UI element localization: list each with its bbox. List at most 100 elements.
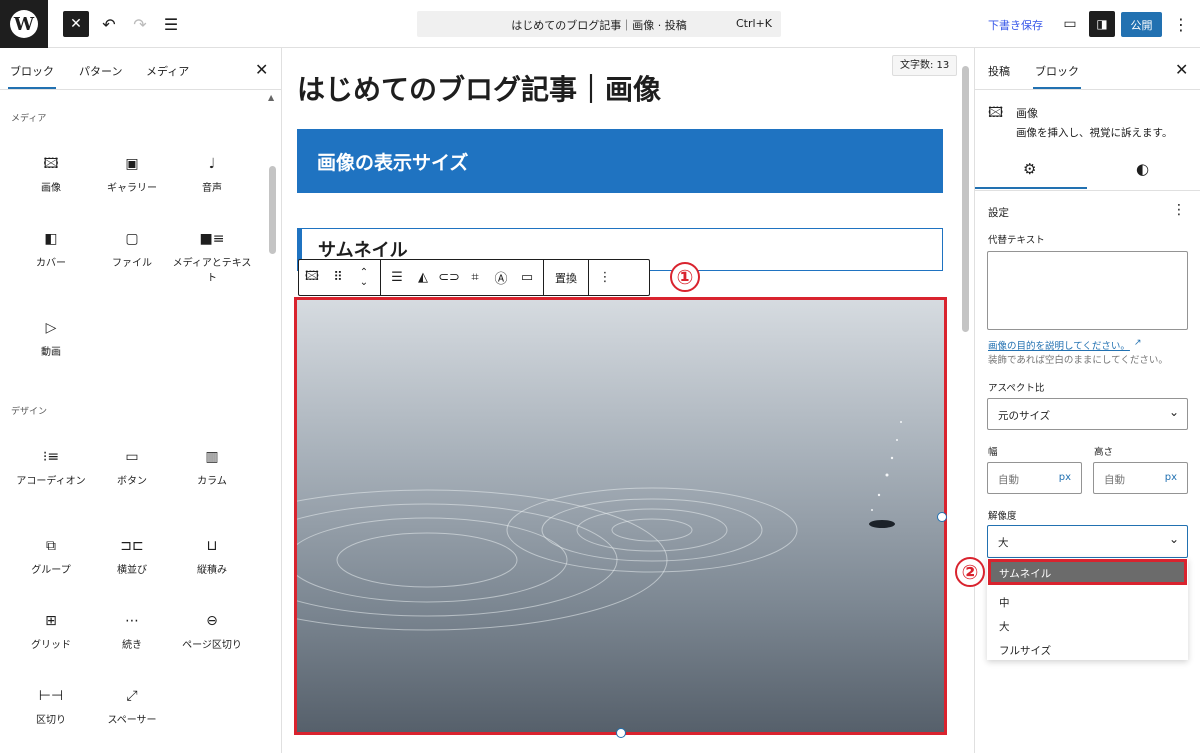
replace-button[interactable]: 置換 xyxy=(547,270,585,286)
block-row[interactable]: ⊐⊏ 横並び xyxy=(92,536,172,578)
media-text-icon: ■≡ xyxy=(199,231,225,247)
image-icon: 🖾 xyxy=(43,156,59,172)
close-inserter-button[interactable]: ✕ xyxy=(63,11,89,37)
block-media-text[interactable]: ■≡ メディアとテキスト xyxy=(172,229,252,286)
option-full-size[interactable]: フルサイズ xyxy=(999,643,1051,658)
width-unit[interactable]: px xyxy=(1059,472,1071,483)
category-label-media: メディア xyxy=(11,114,47,124)
block-cover[interactable]: ◧ カバー xyxy=(11,229,91,271)
block-grid[interactable]: ⊞ グリッド xyxy=(11,611,91,653)
redo-icon[interactable]: ↷ xyxy=(127,11,153,37)
block-label: ボタン xyxy=(117,476,147,487)
caption-icon[interactable]: ▭ xyxy=(514,270,540,285)
tab-media[interactable]: メディア xyxy=(146,63,189,79)
move-up-down-icon[interactable]: ⌃ ⌄ xyxy=(351,267,377,288)
width-input[interactable]: 自動 px xyxy=(987,462,1082,494)
block-card-description: 画像を挿入し、視覚に訴えます。 xyxy=(1016,127,1173,139)
block-spacer[interactable]: ⤢ スペーサー xyxy=(92,686,172,728)
alt-text-label: 代替テキスト xyxy=(988,235,1045,246)
video-icon: ▷ xyxy=(45,320,57,336)
aspect-ratio-select[interactable]: 元のサイズ ⌄ xyxy=(987,398,1188,430)
inserter-scrollbar[interactable] xyxy=(269,166,276,254)
height-label: 高さ xyxy=(1094,447,1114,458)
undo-icon[interactable]: ↶ xyxy=(96,11,122,37)
grid-icon: ⊞ xyxy=(45,613,57,629)
settings-sidebar-toggle-icon[interactable]: ◨ xyxy=(1089,11,1115,37)
image-icon: 🖾 xyxy=(988,105,1004,121)
settings-tabs: 投稿 ブロック ✕ xyxy=(975,48,1200,90)
selected-image[interactable] xyxy=(294,297,947,735)
block-separator[interactable]: ⊢⊣ 区切り xyxy=(11,686,91,728)
wordpress-icon: W xyxy=(10,10,38,38)
gallery-icon: ▣ xyxy=(125,156,139,172)
panel-options-icon[interactable]: ⋮ xyxy=(1172,202,1186,218)
close-icon[interactable]: ✕ xyxy=(1175,60,1188,79)
block-more[interactable]: ⋯ 続き xyxy=(92,611,172,653)
crop-icon[interactable]: ⌗ xyxy=(462,270,488,285)
block-columns[interactable]: ▥ カラム xyxy=(172,447,252,489)
block-stack[interactable]: ⊔ 縦積み xyxy=(172,536,252,578)
row-icon: ⊐⊏ xyxy=(120,538,144,554)
heading-block-h2[interactable]: 画像の表示サイズ xyxy=(297,129,943,193)
block-gallery[interactable]: ▣ ギャラリー xyxy=(92,154,172,196)
block-accordion[interactable]: ⁝≡ アコーディオン xyxy=(11,447,91,489)
word-count-badge: 文字数: 13 xyxy=(892,55,958,76)
block-label: 続き xyxy=(122,640,142,651)
image-icon[interactable]: 🖾 xyxy=(299,267,325,289)
text-overlay-icon[interactable]: Ⓐ xyxy=(488,268,514,287)
wordpress-logo-button[interactable]: W xyxy=(0,0,48,48)
buttons-icon: ▭ xyxy=(125,449,139,465)
styles-icon[interactable]: ◐ xyxy=(1136,160,1149,178)
resolution-label: 解像度 xyxy=(988,511,1017,522)
cover-icon: ◧ xyxy=(44,231,58,247)
tab-patterns[interactable]: パターン xyxy=(79,63,122,79)
height-unit[interactable]: px xyxy=(1165,472,1177,483)
block-label: 音声 xyxy=(202,183,222,194)
align-icon[interactable]: ☰ xyxy=(384,270,410,285)
block-page-break[interactable]: ⊖ ページ区切り xyxy=(172,611,252,653)
close-icon[interactable]: ✕ xyxy=(255,60,268,79)
post-title[interactable]: はじめてのブログ記事｜画像 xyxy=(297,68,661,108)
block-buttons[interactable]: ▭ ボタン xyxy=(92,447,172,489)
block-audio[interactable]: ♩ 音声 xyxy=(172,154,252,196)
resize-handle-bottom[interactable] xyxy=(616,728,626,738)
block-label: カバー xyxy=(36,258,66,269)
publish-button[interactable]: 公開 xyxy=(1121,12,1162,37)
tab-block[interactable]: ブロック xyxy=(1033,63,1081,89)
height-input[interactable]: 自動 px xyxy=(1093,462,1188,494)
settings-panel-title: 設定 xyxy=(988,207,1009,219)
block-label: グリッド xyxy=(31,640,71,651)
height-placeholder: 自動 xyxy=(1104,474,1125,486)
tab-blocks[interactable]: ブロック xyxy=(8,63,56,89)
block-image[interactable]: 🖾 画像 xyxy=(11,154,91,196)
aspect-ratio-label: アスペクト比 xyxy=(988,383,1045,394)
option-thumbnail[interactable]: サムネイル xyxy=(988,559,1187,585)
link-icon[interactable]: ⊂⊃ xyxy=(436,270,462,285)
drag-handle-icon[interactable]: ⠿ xyxy=(325,270,351,285)
options-menu-icon[interactable]: ⋮ xyxy=(1168,11,1194,37)
resolution-select[interactable]: 大 ⌄ xyxy=(987,525,1188,558)
scroll-up-icon[interactable]: ▲ xyxy=(268,93,274,102)
editor-scrollbar[interactable] xyxy=(962,66,969,332)
command-palette-button[interactable]: はじめてのブログ記事｜画像 · 投稿 Ctrl+K xyxy=(417,11,781,37)
more-options-icon[interactable]: ⋮ xyxy=(592,270,618,285)
save-draft-button[interactable]: 下書き保存 xyxy=(988,17,1043,33)
alt-text-help-link[interactable]: 画像の目的を説明してください。 xyxy=(988,338,1130,352)
block-group[interactable]: ⧉ グループ xyxy=(11,536,91,578)
alt-text-field[interactable] xyxy=(987,251,1188,330)
block-video[interactable]: ▷ 動画 xyxy=(11,318,91,360)
resize-handle-right[interactable] xyxy=(937,512,947,522)
inserter-tabs: ブロック パターン メディア ✕ xyxy=(0,48,281,90)
option-large[interactable]: 大 xyxy=(999,619,1010,634)
option-medium[interactable]: 中 xyxy=(999,595,1010,610)
group-icon: ⧉ xyxy=(46,538,56,554)
duotone-icon[interactable]: ◭ xyxy=(410,270,436,285)
tab-post[interactable]: 投稿 xyxy=(988,63,1010,79)
document-overview-icon[interactable]: ☰ xyxy=(158,11,184,37)
chevron-down-icon: ⌄ xyxy=(1168,532,1179,546)
gear-icon[interactable]: ⚙ xyxy=(1023,160,1036,178)
block-file[interactable]: ▢ ファイル xyxy=(92,229,172,271)
preview-icon[interactable]: ▭ xyxy=(1057,11,1083,37)
more-icon: ⋯ xyxy=(125,613,139,629)
block-label: カラム xyxy=(197,476,227,487)
